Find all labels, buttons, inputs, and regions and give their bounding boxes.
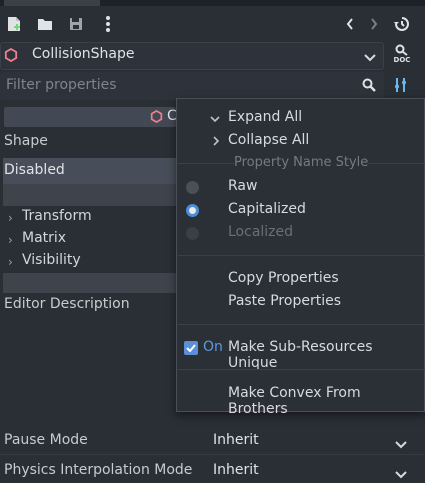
doc-label: DOC [393,56,411,64]
chevron-right-icon [212,134,220,150]
chevron-right-icon[interactable] [367,16,381,32]
menu-expand-all[interactable]: Expand All [228,109,302,125]
pause-mode-label: Pause Mode [4,432,88,448]
menu-on-label: On [203,339,223,355]
menu-raw[interactable]: Raw [228,178,257,194]
new-resource-icon[interactable] [6,15,22,33]
menu-localized: Localized [228,224,294,240]
menu-separator [178,255,425,256]
menu-collapse-all[interactable]: Collapse All [228,132,309,148]
menu-style-header: Property Name Style [234,155,369,170]
radio-raw[interactable] [186,181,199,194]
section-transform[interactable]: Transform [22,208,92,224]
row-divider [0,454,425,455]
menu-make-convex[interactable]: Make Convex From Brothers [228,385,424,417]
physics-interpolation-value: Inherit [213,462,259,478]
chevron-down-icon [210,111,220,127]
inspector-toolbar [0,6,425,42]
disabled-value-strip [3,184,176,206]
collision-shape-icon [4,47,18,66]
more-vertical-icon[interactable] [101,15,115,33]
chevron-right-icon[interactable]: › [8,233,13,247]
chevron-right-icon[interactable]: › [8,255,13,269]
object-name: CollisionShape [32,46,135,62]
shape-label: Shape [4,133,48,149]
menu-copy-properties[interactable]: Copy Properties [228,270,339,286]
menu-separator [178,324,425,325]
disabled-label: Disabled [4,162,65,178]
editor-description-label: Editor Description [4,296,130,312]
menu-make-unique[interactable]: Make Sub-Resources Unique [228,339,424,371]
chevron-right-icon[interactable]: › [8,211,13,225]
section-matrix[interactable]: Matrix [22,230,66,246]
folder-open-icon[interactable] [36,16,54,32]
radio-capitalized[interactable] [186,204,199,217]
tools-icon[interactable] [393,77,409,97]
section-visibility[interactable]: Visibility [22,252,81,268]
radio-localized [186,227,199,240]
history-icon[interactable] [393,15,411,33]
menu-capitalized[interactable]: Capitalized [228,201,306,217]
search-icon [362,78,376,96]
chevron-left-icon[interactable] [343,16,357,32]
doc-button[interactable]: DOC [392,44,412,68]
pause-mode-value: Inherit [213,432,259,448]
collision-shape-header-icon [150,109,163,127]
search-doc-icon [395,44,408,56]
save-icon[interactable] [68,16,84,32]
inspector-tools-menu: Expand All Collapse All Property Name St… [176,98,425,417]
menu-separator [178,369,425,370]
menu-paste-properties[interactable]: Paste Properties [228,293,341,309]
checkbox-checked-icon[interactable] [184,341,198,355]
physics-interpolation-label: Physics Interpolation Mode [4,462,193,478]
editor-description-strip [3,273,176,293]
chevron-down-icon[interactable] [395,437,407,453]
chevron-down-icon[interactable] [364,50,376,66]
filter-placeholder: Filter properties [6,77,117,93]
